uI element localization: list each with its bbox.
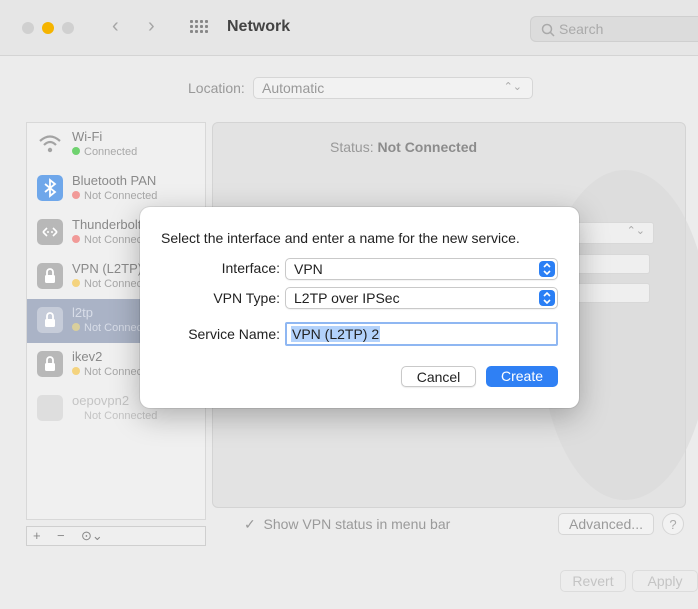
action-menu-button[interactable]: ⊙⌄ bbox=[81, 528, 103, 544]
revert-button[interactable]: Revert bbox=[560, 570, 626, 592]
location-label: Location: bbox=[188, 80, 245, 96]
cancel-button[interactable]: Cancel bbox=[401, 366, 476, 387]
search-placeholder: Search bbox=[559, 21, 604, 37]
remove-service-button[interactable]: − bbox=[57, 528, 65, 543]
list-item[interactable]: Wi-Fi Connected bbox=[27, 123, 205, 167]
location-select[interactable]: Automatic ⌃⌄ bbox=[253, 77, 533, 99]
chevron-updown-icon bbox=[539, 290, 555, 306]
chevron-updown-icon: ⌃⌄ bbox=[626, 225, 645, 237]
service-name: Wi-Fi bbox=[72, 129, 103, 144]
interface-value: VPN bbox=[294, 261, 323, 277]
apply-button[interactable]: Apply bbox=[632, 570, 698, 592]
search-icon bbox=[541, 23, 555, 37]
vpn-type-label: VPN Type: bbox=[213, 290, 280, 306]
minimize-window-button[interactable] bbox=[42, 22, 54, 34]
status-dot-icon bbox=[72, 367, 80, 375]
service-name: l2tp bbox=[72, 305, 93, 320]
status-dot-icon bbox=[72, 411, 80, 419]
zoom-window-button[interactable] bbox=[62, 22, 74, 34]
back-arrow-icon[interactable]: ‹ bbox=[112, 15, 119, 38]
chevron-updown-icon bbox=[539, 261, 555, 277]
service-name-value: VPN (L2TP) 2 bbox=[291, 326, 381, 342]
check-icon: ✓ bbox=[244, 516, 256, 532]
status-dot-icon bbox=[72, 191, 80, 199]
wifi-icon bbox=[37, 131, 63, 157]
help-button[interactable]: ? bbox=[662, 513, 684, 535]
search-field[interactable]: Search bbox=[530, 16, 698, 42]
show-vpn-status-label: Show VPN status in menu bar bbox=[263, 516, 451, 532]
status-label: Status: bbox=[330, 139, 374, 155]
bluetooth-icon bbox=[37, 175, 63, 201]
status-dot-icon bbox=[72, 323, 80, 331]
service-name: ikev2 bbox=[72, 349, 103, 364]
vpn-type-value: L2TP over IPSec bbox=[294, 290, 400, 306]
service-name: VPN (L2TP) bbox=[72, 261, 143, 276]
list-item[interactable]: Bluetooth PAN Not Connected bbox=[27, 167, 205, 211]
status-dot-icon bbox=[72, 235, 80, 243]
window-title: Network bbox=[227, 18, 291, 35]
chevron-updown-icon: ⌃⌄ bbox=[503, 81, 522, 93]
interface-label: Interface: bbox=[221, 260, 280, 276]
service-status: Not Connected bbox=[72, 410, 157, 422]
service-name-label: Service Name: bbox=[188, 326, 280, 342]
service-status: Not Connected bbox=[72, 190, 157, 202]
show-vpn-status-checkbox[interactable]: ✓ Show VPN status in menu bar bbox=[244, 516, 450, 533]
lock-icon bbox=[37, 351, 63, 377]
forward-arrow-icon[interactable]: › bbox=[148, 15, 155, 38]
service-status: Connected bbox=[72, 146, 137, 158]
lock-icon bbox=[37, 307, 63, 333]
service-name: oepovpn2 bbox=[72, 393, 130, 408]
advanced-button[interactable]: Advanced... bbox=[558, 513, 654, 535]
service-status-text: Connected bbox=[84, 146, 138, 158]
service-status-text: Not Connected bbox=[84, 190, 158, 202]
connection-status: Status: Not Connected bbox=[330, 139, 477, 155]
show-all-grid-icon[interactable] bbox=[190, 20, 208, 34]
service-status-text: Not Connected bbox=[84, 410, 158, 422]
status-dot-icon bbox=[72, 279, 80, 287]
service-name: Bluetooth PAN bbox=[72, 173, 157, 188]
lock-icon bbox=[37, 263, 63, 289]
vpn-icon bbox=[37, 395, 63, 421]
close-window-button[interactable] bbox=[22, 22, 34, 34]
status-value: Not Connected bbox=[377, 139, 478, 155]
new-service-dialog: Select the interface and enter a name fo… bbox=[140, 207, 579, 408]
service-name-input[interactable]: VPN (L2TP) 2 bbox=[285, 322, 558, 346]
thunderbolt-icon bbox=[37, 219, 63, 245]
location-value: Automatic bbox=[262, 80, 325, 96]
add-service-button[interactable]: + bbox=[33, 528, 41, 543]
status-dot-icon bbox=[72, 147, 80, 155]
dialog-prompt: Select the interface and enter a name fo… bbox=[161, 230, 520, 246]
sidebar-toolbar: + − ⊙⌄ bbox=[26, 526, 206, 546]
vpn-type-select[interactable]: L2TP over IPSec bbox=[285, 287, 558, 309]
titlebar: ‹ › Network Search bbox=[0, 0, 698, 56]
interface-select[interactable]: VPN bbox=[285, 258, 558, 280]
create-button[interactable]: Create bbox=[486, 366, 558, 387]
